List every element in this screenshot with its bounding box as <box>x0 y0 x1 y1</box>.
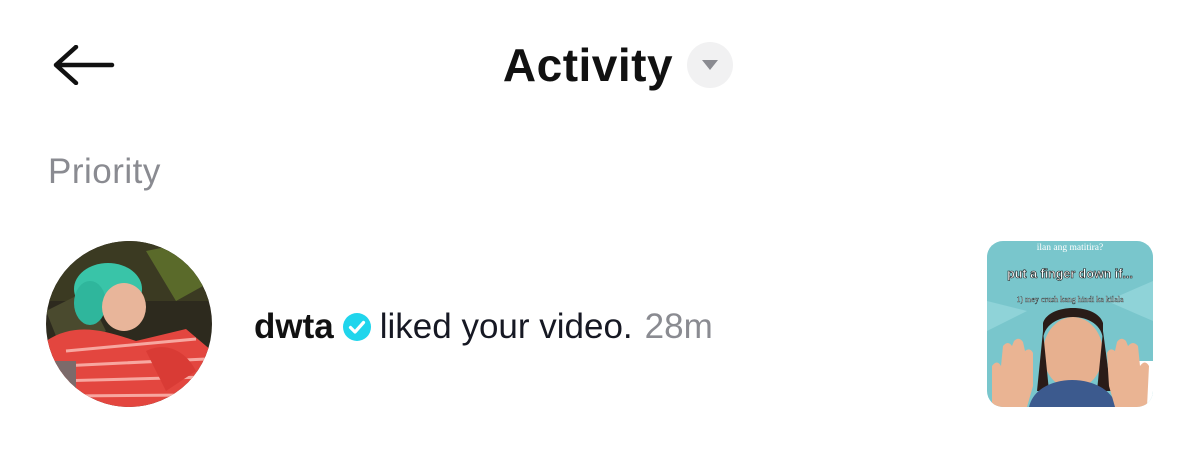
thumbnail-caption-2: put a finger down if... <box>1007 267 1133 281</box>
verified-badge-icon <box>342 312 372 342</box>
notification-time: 28m <box>644 307 713 346</box>
notification-item[interactable]: dwta liked your video. 28m ilan ang mati… <box>0 232 1200 417</box>
avatar[interactable] <box>46 241 212 407</box>
thumbnail-caption-3: 1) mey crush kang hindi ka kilala <box>1016 295 1124 304</box>
caret-down-icon <box>702 60 719 70</box>
title-group: Activity <box>0 30 1200 100</box>
notification-action: liked your video. <box>379 307 633 346</box>
video-thumbnail-image: ilan ang matitira? put a finger down if.… <box>987 241 1153 407</box>
header: Activity <box>0 0 1200 130</box>
section-label-priority: Priority <box>48 152 161 191</box>
thumbnail-caption-1: ilan ang matitira? <box>1037 243 1103 253</box>
username[interactable]: dwta <box>254 307 334 347</box>
notification-text: dwta liked your video. 28m <box>254 302 713 352</box>
video-thumbnail[interactable]: ilan ang matitira? put a finger down if.… <box>987 241 1153 407</box>
activity-filter-dropdown[interactable] <box>687 42 734 88</box>
avatar-image <box>46 241 212 407</box>
page-title: Activity <box>502 39 674 91</box>
